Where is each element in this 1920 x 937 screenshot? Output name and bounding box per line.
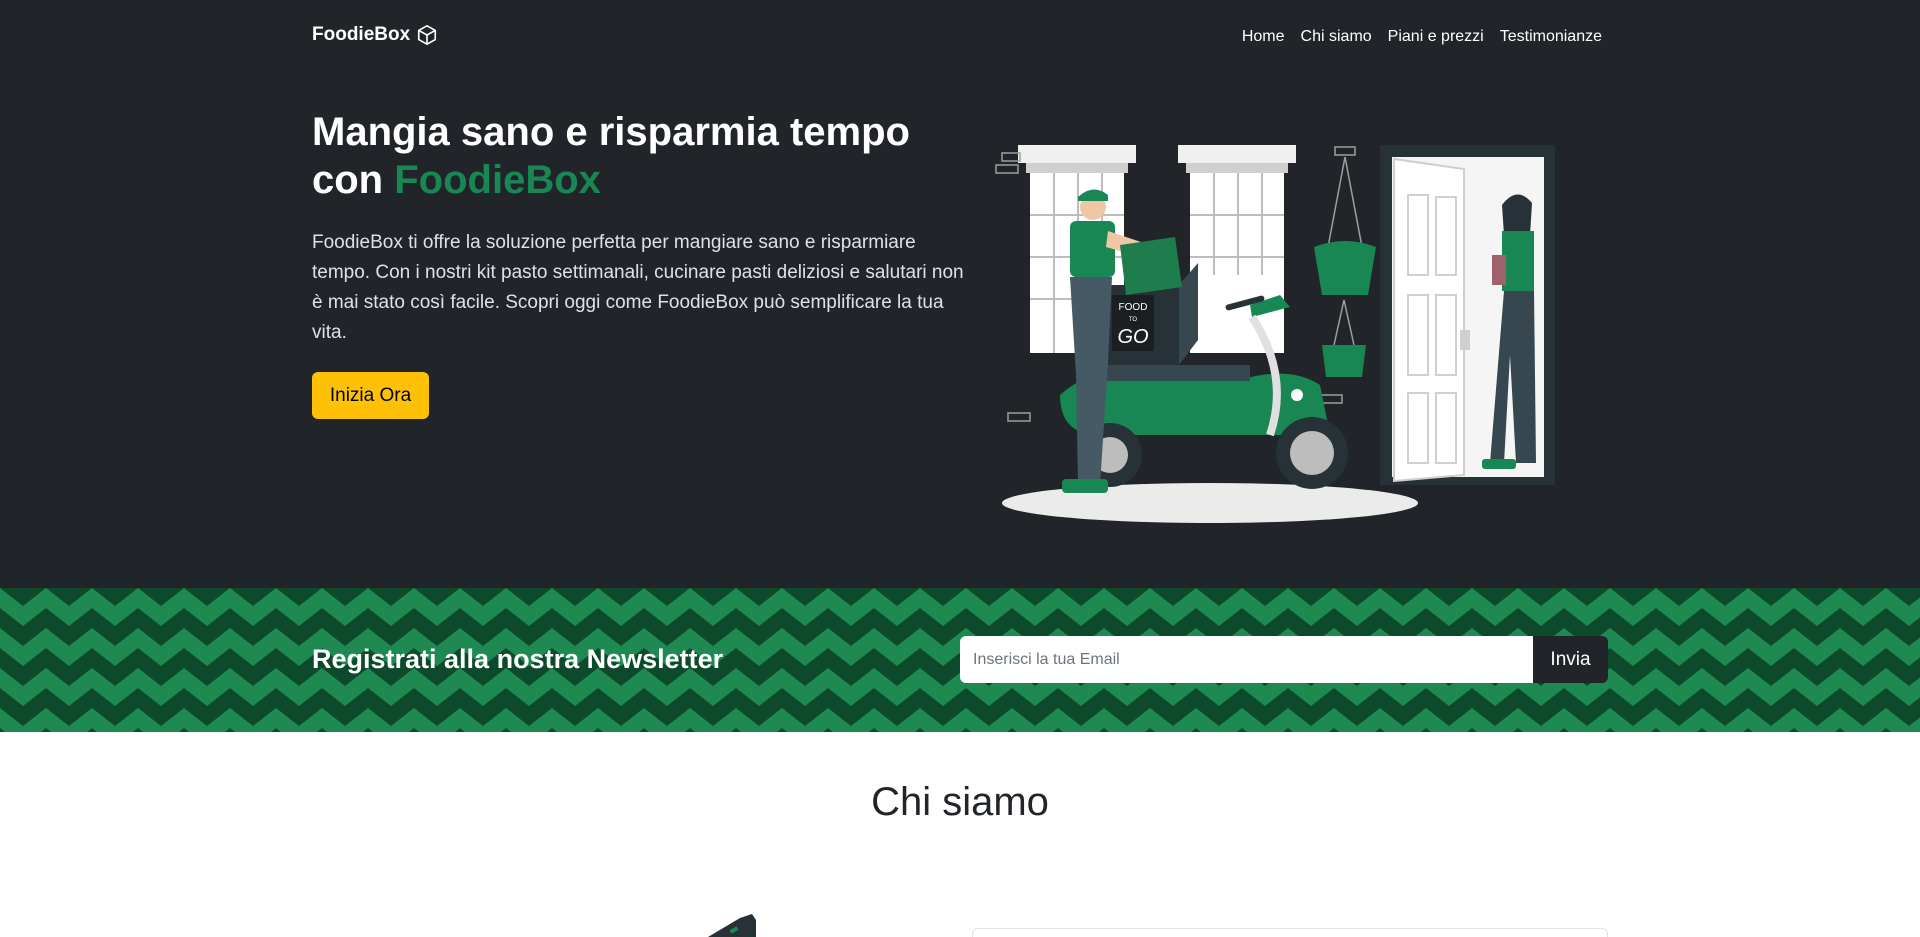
navbar: FoodieBox Home Chi siamo Piani e prezzi … — [312, 24, 1602, 54]
box-icon — [416, 24, 438, 46]
nav-link-piani-e-prezzi[interactable]: Piani e prezzi — [1388, 28, 1484, 46]
hero-section: FoodieBox Home Chi siamo Piani e prezzi … — [0, 0, 1920, 588]
newsletter-title: Registrati alla nostra Newsletter — [312, 644, 724, 674]
newsletter-section: Registrati alla nostra Newsletter Invia — [0, 588, 1920, 732]
about-illustration — [700, 910, 760, 937]
nav-link-home[interactable]: Home — [1242, 28, 1285, 46]
newsletter-form: Invia — [960, 636, 1608, 683]
nav-link-testimonianze[interactable]: Testimonianze — [1500, 28, 1602, 46]
start-now-button[interactable]: Inizia Ora — [312, 372, 429, 419]
illustration-sign-to: TO — [1129, 317, 1138, 323]
nav-link-chi-siamo[interactable]: Chi siamo — [1301, 28, 1372, 46]
hero-title: Mangia sano e risparmia tempo con Foodie… — [312, 108, 972, 204]
email-input[interactable] — [960, 636, 1533, 683]
illustration-sign-food: FOOD — [1119, 302, 1148, 313]
hero-title-accent: FoodieBox — [394, 158, 601, 202]
brand-name: FoodieBox — [312, 24, 411, 45]
about-title: Chi siamo — [871, 780, 1049, 824]
hero-description: FoodieBox ti offre la soluzione perfetta… — [312, 232, 964, 343]
illustration-sign-go: GO — [1117, 326, 1148, 348]
submit-newsletter-button[interactable]: Invia — [1533, 636, 1608, 683]
about-card — [972, 928, 1608, 937]
brand-link[interactable]: FoodieBox — [312, 24, 438, 46]
nav-links: Home Chi siamo Piani e prezzi Testimonia… — [1242, 28, 1602, 46]
delivery-illustration: FOOD TO GO — [990, 135, 1560, 530]
